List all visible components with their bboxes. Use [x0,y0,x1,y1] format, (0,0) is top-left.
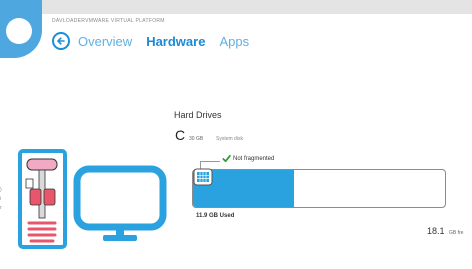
edge-mark: i [0,196,2,202]
checkmark-icon [222,154,231,163]
back-arrow-icon [57,37,65,45]
tab-overview[interactable]: Overview [78,34,132,49]
drive-letter: C [175,127,186,143]
tab-apps[interactable]: Apps [219,34,249,49]
edge-marks: ) i r [0,186,2,213]
drive-size: 30 GB [189,136,204,142]
disk-grid-icon [193,168,213,186]
free-space-value: 18.1 [427,226,445,236]
hardware-illustration-icon [18,149,167,249]
free-space: 18.1 GB fre [427,222,463,238]
tower-illustration [18,149,67,249]
tab-hardware[interactable]: Hardware [146,34,205,49]
platform-label: DAVLOADERVMWARE VIRTUAL PLATFORM [52,18,165,24]
edge-mark: r [0,205,2,211]
fragmentation-status: Not fragmented [233,156,275,162]
free-space-unit: GB fre [448,230,464,236]
hard-drives-heading: Hard Drives [174,110,222,120]
edge-mark: ) [0,187,2,193]
fragmentation-connector [200,161,220,162]
window-top-bar [0,0,472,14]
app-logo-tile [0,0,42,58]
used-space-label: 11.9 GB Used [196,213,235,219]
monitor-illustration [73,165,167,241]
drive-description: System disk [216,136,243,142]
disk-usage-bar [192,169,446,208]
tab-bar: Overview Hardware Apps [78,34,249,49]
back-button[interactable] [52,32,70,50]
